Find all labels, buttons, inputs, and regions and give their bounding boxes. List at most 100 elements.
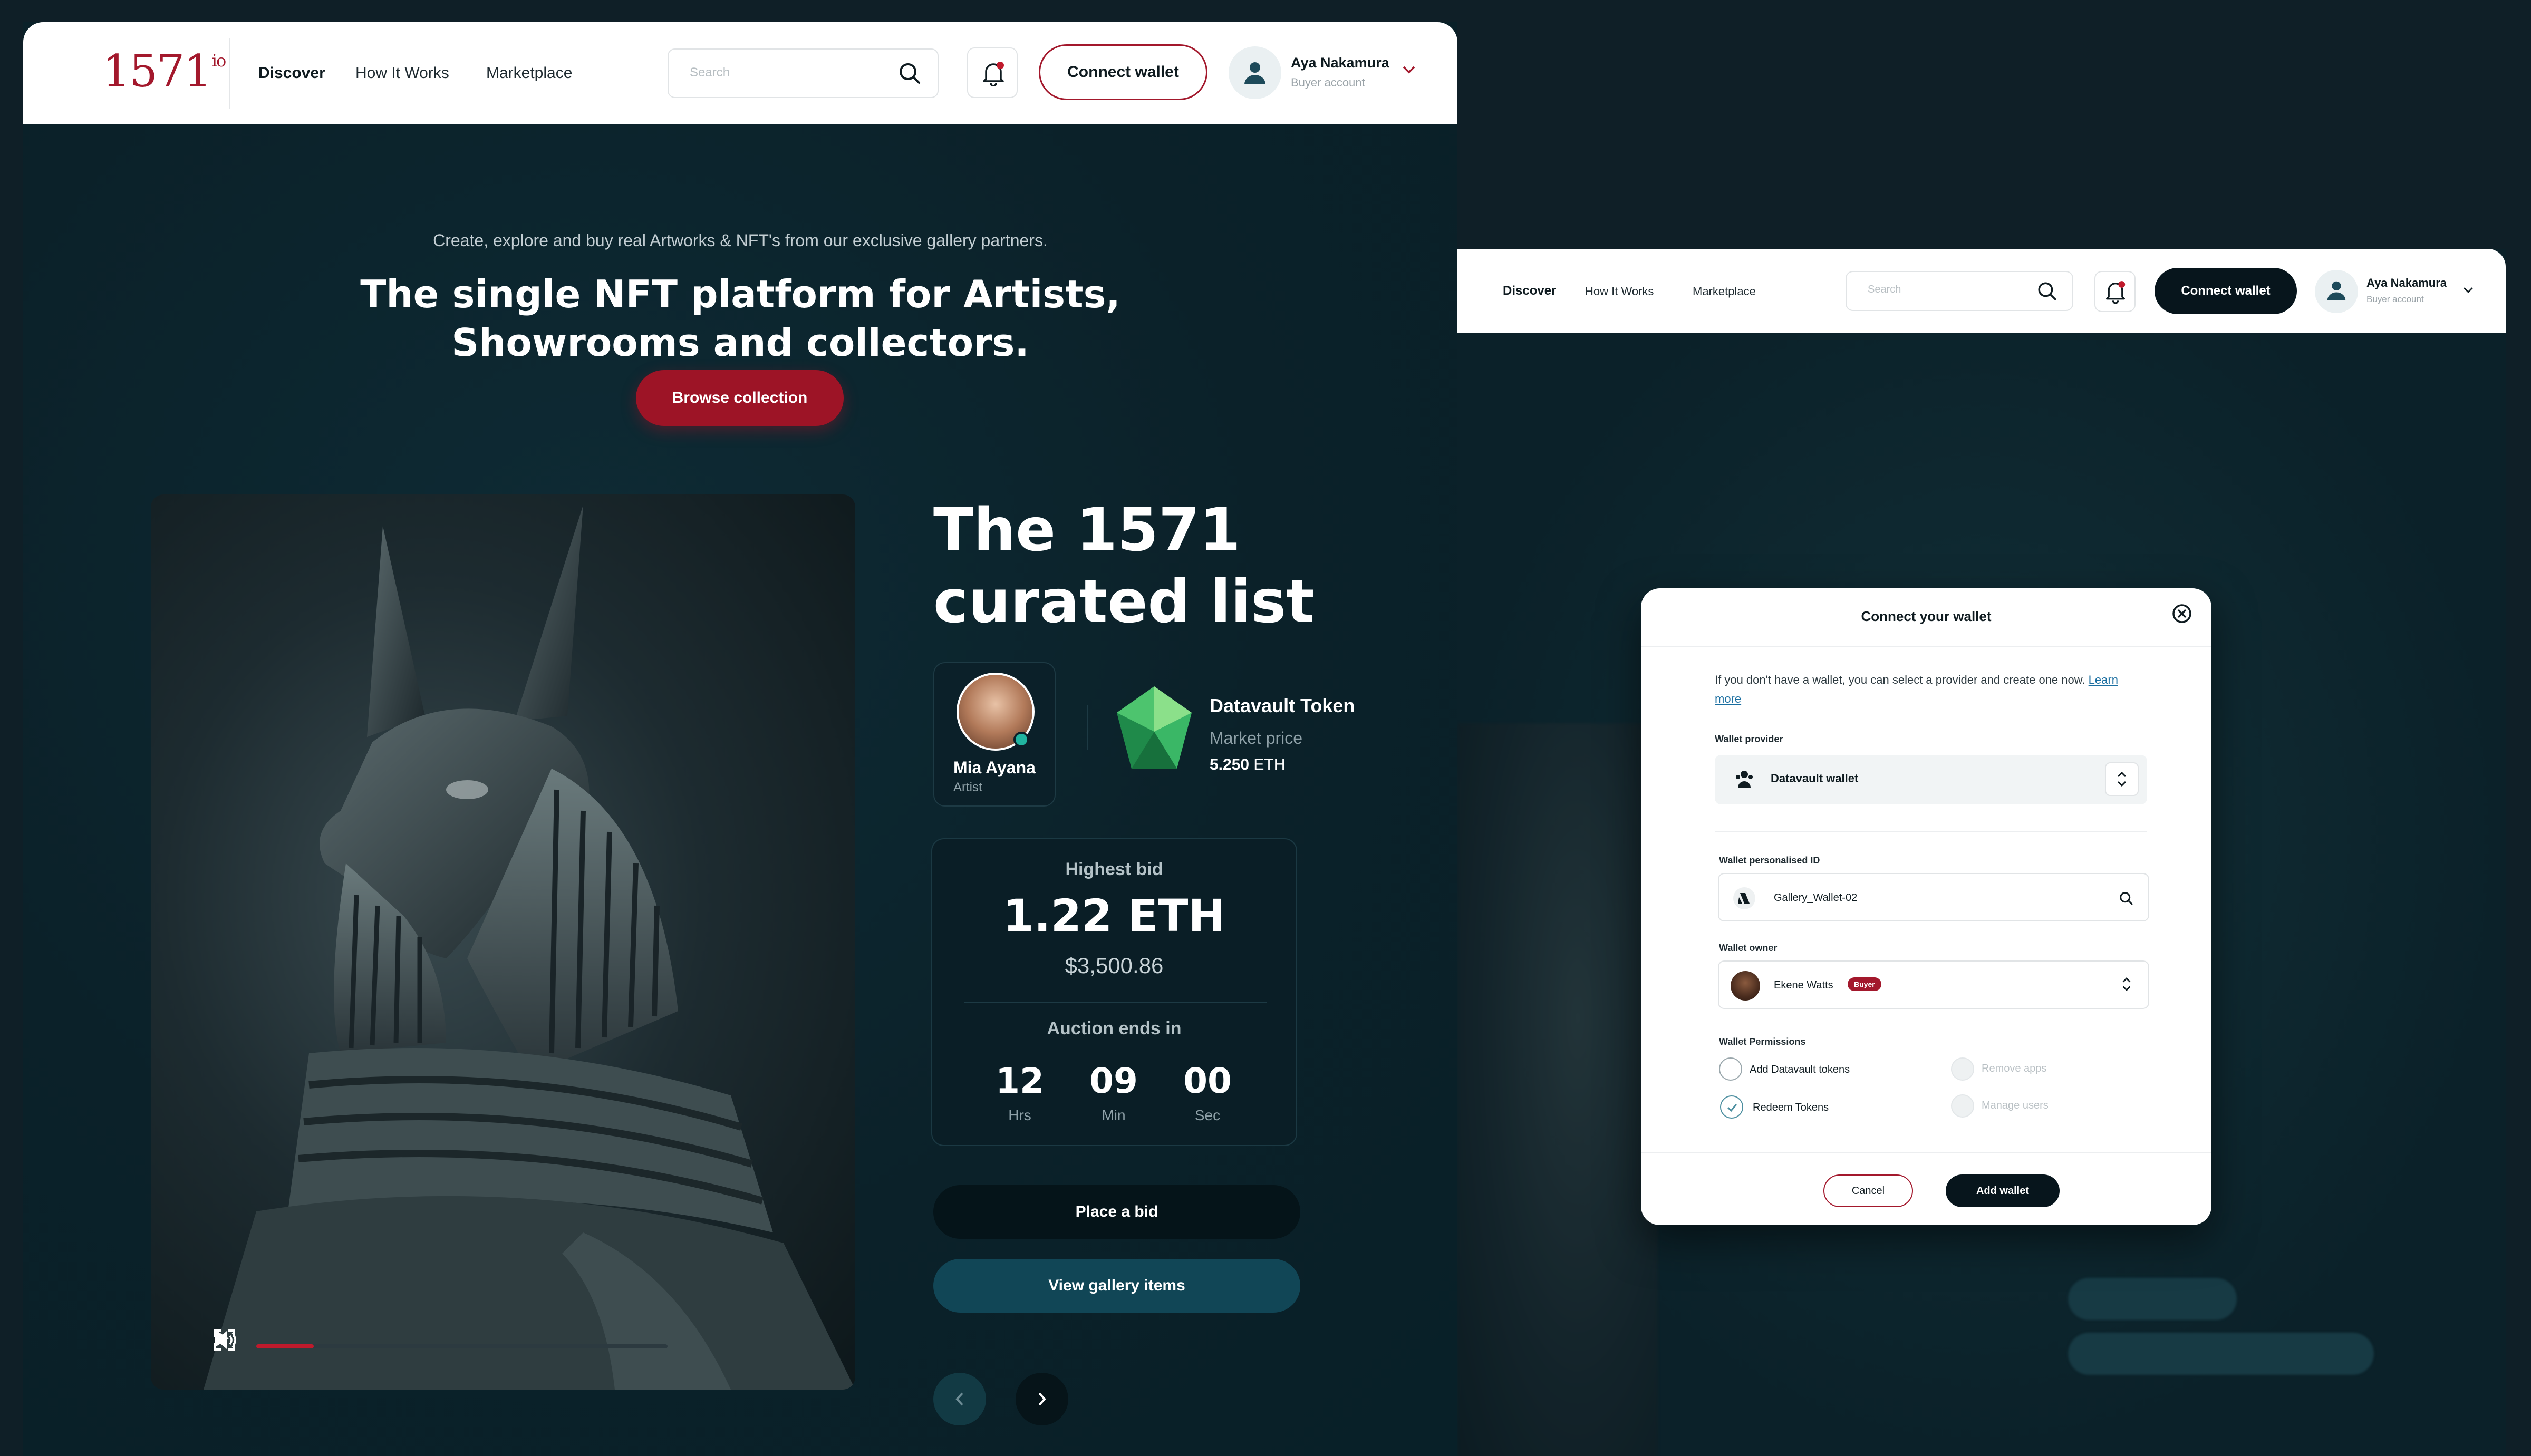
highest-bid-usd: $3,500.86 (1065, 953, 1164, 978)
auction-ends-label: Auction ends in (1047, 1018, 1182, 1038)
search-input[interactable] (690, 65, 880, 80)
chevron-down-icon[interactable] (2462, 286, 2474, 294)
highest-bid-value: 1.22 ETH (1003, 890, 1225, 941)
artist-card[interactable]: Mia Ayana Artist (933, 662, 1056, 807)
user-role: Buyer account (1291, 76, 1365, 89)
fullscreen-icon[interactable] (214, 1329, 235, 1351)
owner-name: Ekene Watts (1774, 979, 1833, 991)
backdrop-button (2068, 1333, 2374, 1375)
curated-title: The 1571 curated list (933, 496, 1315, 636)
bell-icon (2106, 281, 2126, 304)
up-down-icon (2117, 771, 2127, 787)
browse-collection-button[interactable]: Browse collection (636, 370, 844, 426)
hero-tagline: Create, explore and buy real Artworks & … (433, 231, 1048, 250)
connect-wallet-button[interactable]: Connect wallet (1039, 44, 1207, 100)
wallet-id-value: Gallery_Wallet-02 (1774, 892, 1858, 904)
datavault-logo-icon (1733, 887, 1755, 909)
backdrop-button (2068, 1278, 2237, 1320)
provider-stepper[interactable] (2105, 762, 2139, 796)
token-name: Datavault Token (1210, 695, 1355, 716)
user-icon (2327, 281, 2346, 300)
countdown-hours: 12 (996, 1061, 1044, 1101)
verified-icon (1013, 732, 1029, 748)
backdrop-artwork (1457, 723, 1658, 1456)
permission-checkbox-remove-apps[interactable] (1951, 1057, 1974, 1081)
countdown-minutes-unit: Min (1102, 1107, 1126, 1123)
field-divider (1715, 831, 2147, 832)
main-page: 1571io Discover How It Works Marketplace… (23, 22, 1457, 1456)
modal-intro: If you don't have a wallet, you can sele… (1715, 673, 2118, 705)
modal-footer-divider (1641, 1152, 2211, 1153)
nav-discover-compact[interactable]: Discover (1503, 284, 1556, 298)
notifications-button-compact[interactable] (2094, 271, 2136, 312)
close-icon[interactable] (2171, 603, 2192, 624)
up-down-icon[interactable] (2121, 976, 2132, 992)
cancel-button[interactable]: Cancel (1823, 1174, 1913, 1207)
permission-label-add-tokens: Add Datavault tokens (1750, 1064, 1850, 1075)
chevron-right-icon (1038, 1392, 1046, 1406)
chevron-down-icon[interactable] (1402, 64, 1416, 75)
user-avatar[interactable] (1229, 46, 1281, 99)
wallet-modal-page: Discover How It Works Marketplace Connec… (1457, 249, 2506, 1456)
connect-wallet-button-compact[interactable]: Connect wallet (2155, 268, 2297, 314)
nav-discover[interactable]: Discover (258, 64, 325, 82)
permission-label-redeem-tokens: Redeem Tokens (1753, 1102, 1829, 1113)
search-icon[interactable] (2119, 891, 2133, 906)
token-gem-icon (1117, 686, 1192, 769)
search-icon[interactable] (897, 61, 922, 85)
next-button[interactable] (1016, 1373, 1068, 1425)
permission-label-remove-apps: Remove apps (1982, 1063, 2047, 1074)
wallet-id-label: Wallet personalised ID (1719, 855, 1820, 866)
permission-checkbox-manage-users[interactable] (1951, 1094, 1974, 1118)
user-icon (1244, 62, 1266, 84)
provider-value: Datavault wallet (1771, 772, 1859, 785)
header-divider (229, 38, 230, 109)
countdown-seconds: 00 (1183, 1061, 1232, 1101)
user-name-compact[interactable]: Aya Nakamura (2366, 276, 2447, 290)
bid-card: Highest bid 1.22 ETH $3,500.86 Auction e… (931, 838, 1297, 1146)
permission-checkbox-add-tokens[interactable] (1719, 1057, 1742, 1081)
video-progress-fill (256, 1344, 314, 1348)
hero-title: The single NFT platform for Artists, Sho… (360, 272, 1120, 365)
logo[interactable]: 1571io (102, 45, 226, 97)
view-gallery-button[interactable]: View gallery items (933, 1259, 1300, 1313)
wallet-owner-field[interactable]: Ekene Watts Buyer (1718, 960, 2149, 1009)
users-icon (1736, 771, 1753, 788)
user-avatar-compact[interactable] (2315, 270, 2358, 313)
add-wallet-button[interactable]: Add wallet (1946, 1174, 2060, 1207)
connect-wallet-modal: Connect your wallet If you don't have a … (1641, 588, 2211, 1225)
nav-marketplace-compact[interactable]: Marketplace (1693, 285, 1756, 298)
chevron-left-icon (955, 1392, 963, 1406)
provider-label: Wallet provider (1715, 734, 1783, 744)
nav-how-it-works[interactable]: How It Works (355, 64, 449, 82)
nav-how-it-works-compact[interactable]: How It Works (1585, 285, 1654, 298)
header: 1571io Discover How It Works Marketplace… (23, 22, 1457, 124)
header-compact: Discover How It Works Marketplace Connec… (1457, 249, 2506, 333)
token-price-label: Market price (1210, 729, 1303, 748)
countdown-hours-unit: Hrs (1008, 1107, 1031, 1123)
bid-divider (964, 1002, 1267, 1003)
place-bid-button[interactable]: Place a bid (933, 1185, 1300, 1239)
modal-divider (1641, 646, 2211, 647)
permissions-label: Wallet Permissions (1719, 1036, 1806, 1047)
search-input-compact[interactable] (1868, 284, 2057, 296)
video-progress-track[interactable] (256, 1344, 668, 1348)
checkmark-icon (1727, 1104, 1737, 1112)
artwork-video[interactable] (151, 494, 855, 1390)
countdown-seconds-unit: Sec (1194, 1107, 1221, 1123)
artist-role: Artist (953, 780, 982, 794)
user-name[interactable]: Aya Nakamura (1291, 55, 1389, 71)
countdown-minutes: 09 (1089, 1061, 1138, 1101)
provider-select[interactable]: Datavault wallet (1715, 755, 2147, 804)
permission-checkbox-redeem-tokens[interactable] (1720, 1095, 1743, 1119)
token-price: 5.250 ETH (1210, 756, 1286, 773)
notifications-button[interactable] (967, 47, 1018, 98)
nav-marketplace[interactable]: Marketplace (486, 64, 572, 82)
wallet-id-field[interactable]: Gallery_Wallet-02 (1718, 873, 2149, 921)
highest-bid-label: Highest bid (1065, 859, 1163, 879)
prev-button[interactable] (933, 1373, 986, 1425)
video-controls (214, 1329, 794, 1361)
modal-title: Connect your wallet (1861, 608, 1992, 624)
search-icon[interactable] (2036, 280, 2061, 305)
wallet-owner-label: Wallet owner (1719, 943, 1778, 953)
